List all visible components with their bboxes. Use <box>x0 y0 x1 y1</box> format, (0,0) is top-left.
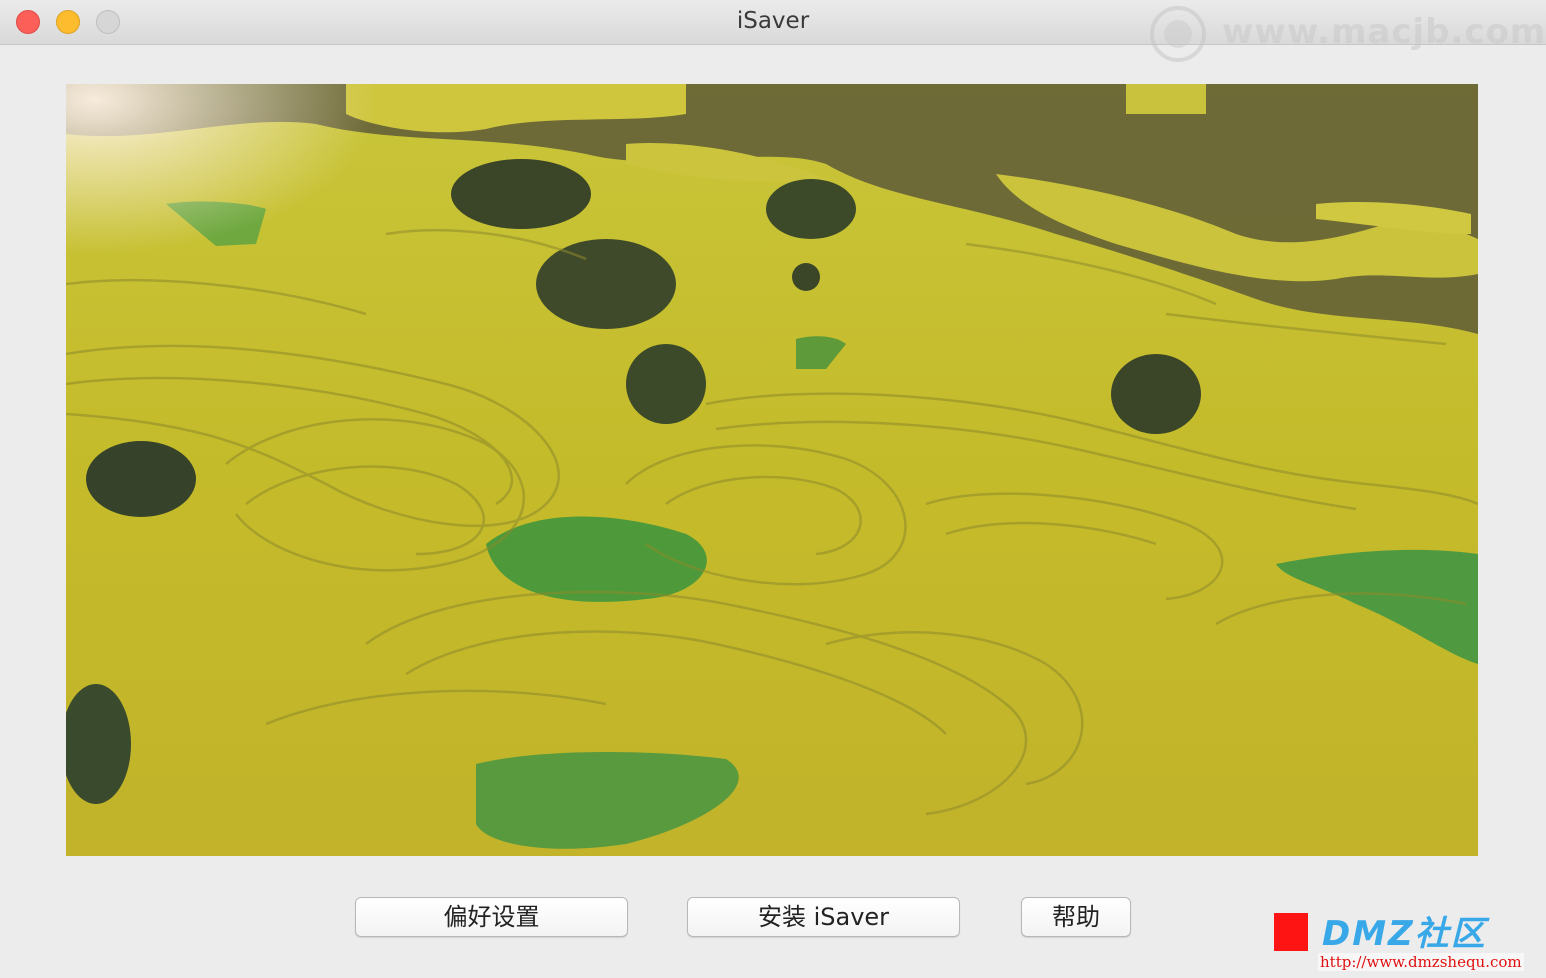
install-isaver-button[interactable]: 安装 iSaver <box>687 897 960 937</box>
preferences-button[interactable]: 偏好设置 <box>355 897 628 937</box>
help-button[interactable]: 帮助 <box>1021 897 1131 937</box>
watermark-logo-icon <box>1150 6 1206 62</box>
dmz-logo-icon <box>1274 913 1308 951</box>
screensaver-preview-image <box>66 84 1478 856</box>
window-titlebar[interactable]: iSaver www.macjb.com <box>0 0 1546 62</box>
watermark-site-text: www.macjb.com <box>1222 12 1546 52</box>
dmz-badge-name: DMZ社区 <box>1322 914 1487 954</box>
dmz-badge-url: http://www.dmzshequ.com <box>1318 953 1524 971</box>
